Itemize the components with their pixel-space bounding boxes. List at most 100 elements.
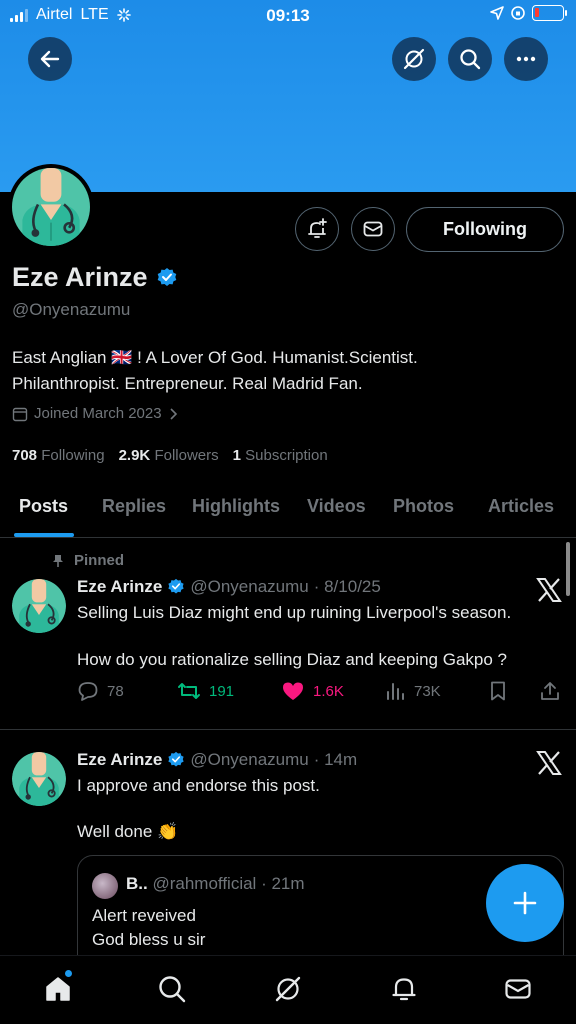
repost-icon (178, 683, 200, 699)
post-text-line: Selling Luis Diaz might end up ruining L… (77, 603, 512, 622)
home-icon (46, 977, 70, 1001)
nav-notifications[interactable] (387, 972, 421, 1006)
bell-plus-icon (308, 218, 327, 238)
calendar-icon (12, 407, 28, 421)
profile-bio: East Anglian 🇬🇧 ! A Lover Of God. Humani… (12, 345, 562, 397)
following-count: 708 (12, 447, 38, 464)
post-actions: 78 191 1.6K 73K (77, 680, 562, 704)
bottom-navigation (0, 955, 576, 1024)
share-icon (541, 682, 559, 700)
post-divider (0, 729, 576, 730)
envelope-icon (363, 221, 383, 237)
post-header: Eze Arinze @Onyenazumu · 8/10/25 (77, 577, 381, 597)
post-avatar[interactable] (12, 752, 66, 806)
message-button[interactable] (351, 207, 395, 251)
pinned-label: Pinned (74, 552, 125, 569)
tab-posts[interactable]: Posts (19, 496, 68, 517)
bookmark-button[interactable] (487, 680, 509, 702)
search-button[interactable] (448, 37, 492, 81)
verified-badge-icon (157, 267, 176, 286)
tab-videos[interactable]: Videos (307, 496, 366, 517)
tab-highlights[interactable]: Highlights (192, 496, 280, 517)
search-icon (460, 49, 481, 70)
quoted-text-line: Alert reveived (92, 906, 196, 925)
location-icon (490, 6, 504, 20)
scrollbar[interactable] (566, 542, 570, 596)
views-count: 73K (414, 682, 441, 700)
like-count: 1.6K (313, 682, 344, 700)
profile-name: Eze Arinze (12, 262, 148, 292)
followers-label: Followers (154, 447, 219, 464)
profile-tabs: Posts Replies Highlights Videos Photos A… (0, 478, 576, 538)
post-text-line: I approve and endorse this post. (77, 776, 320, 795)
arrow-left-icon (40, 50, 60, 68)
quoted-date: · 21m (261, 874, 305, 893)
bio-line: Philanthropist. Entrepreneur. Real Madri… (12, 374, 363, 393)
grok-icon (275, 976, 301, 1002)
pin-icon (53, 554, 63, 567)
following-button[interactable]: Following (406, 207, 564, 252)
chevron-right-icon (170, 407, 177, 420)
avatar-image (12, 168, 90, 246)
profile-handle: @Onyenazumu (12, 300, 131, 319)
search-icon (159, 976, 186, 1003)
x-logo-icon[interactable] (536, 750, 562, 776)
reply-button[interactable]: 78 (77, 680, 124, 702)
joined-label: Joined March 2023 (34, 405, 162, 422)
profile-avatar[interactable] (8, 164, 94, 250)
like-button[interactable]: 1.6K (281, 680, 344, 702)
nav-messages[interactable] (501, 972, 535, 1006)
quoted-text: Alert reveived God bless u sir (92, 904, 205, 952)
orientation-lock-icon (511, 6, 525, 20)
plus-icon (513, 891, 537, 915)
more-icon (516, 56, 536, 62)
post-date: · 8/10/25 (313, 577, 381, 596)
back-button[interactable] (28, 37, 72, 81)
post-author-name[interactable]: Eze Arinze (77, 577, 162, 597)
profile-name-row: Eze Arinze (12, 262, 178, 293)
grok-button[interactable] (392, 37, 436, 81)
tab-photos[interactable]: Photos (393, 496, 454, 517)
envelope-icon (505, 979, 531, 999)
post-author-name[interactable]: Eze Arinze (77, 750, 162, 770)
post-text-line: How do you rationalize selling Diaz and … (77, 650, 507, 669)
bookmark-icon (491, 681, 505, 701)
followers-stat[interactable]: 2.9K Followers (119, 447, 219, 464)
pinned-label-row: Pinned (52, 552, 124, 569)
x-logo-icon[interactable] (536, 577, 562, 603)
status-bar: Airtel LTE 09:13 (0, 0, 576, 34)
views-button[interactable]: 73K (384, 680, 441, 702)
heart-icon (283, 682, 303, 700)
battery-icon (532, 5, 567, 21)
quoted-author-name: B.. (126, 874, 148, 893)
quoted-text-line: God bless u sir (92, 930, 206, 949)
post-author-handle[interactable]: @Onyenazumu (190, 577, 308, 597)
tab-articles[interactable]: Articles (488, 496, 554, 517)
more-button[interactable] (504, 37, 548, 81)
nav-search[interactable] (155, 972, 189, 1006)
post-avatar[interactable] (12, 579, 66, 633)
repost-button[interactable]: 191 (177, 680, 234, 702)
subscriptions-stat[interactable]: 1 Subscription (233, 447, 328, 464)
profile-stats: 708 Following 2.9K Followers 1 Subscript… (12, 447, 328, 464)
share-button[interactable] (539, 680, 561, 702)
joined-date[interactable]: Joined March 2023 (12, 405, 178, 422)
post-header: Eze Arinze @Onyenazumu · 14m (77, 750, 357, 770)
quoted-author-handle: @rahmofficial (152, 874, 257, 893)
active-tab-indicator (14, 533, 74, 537)
subscriptions-count: 1 (232, 447, 241, 464)
following-label: Following (41, 447, 105, 464)
post-author-handle[interactable]: @Onyenazumu (190, 750, 308, 770)
avatar-image (12, 752, 66, 806)
bio-line: East Anglian 🇬🇧 ! A Lover Of God. Humani… (12, 348, 418, 367)
grok-icon (403, 48, 425, 70)
repost-count: 191 (209, 682, 235, 700)
quoted-avatar (92, 873, 118, 899)
followers-count: 2.9K (118, 447, 151, 464)
tab-replies[interactable]: Replies (102, 496, 166, 517)
post-text-line: Well done 👏 (77, 822, 179, 841)
notify-button[interactable] (295, 207, 339, 251)
nav-grok[interactable] (271, 972, 305, 1006)
compose-button[interactable] (486, 864, 564, 942)
following-stat[interactable]: 708 Following (12, 447, 105, 464)
